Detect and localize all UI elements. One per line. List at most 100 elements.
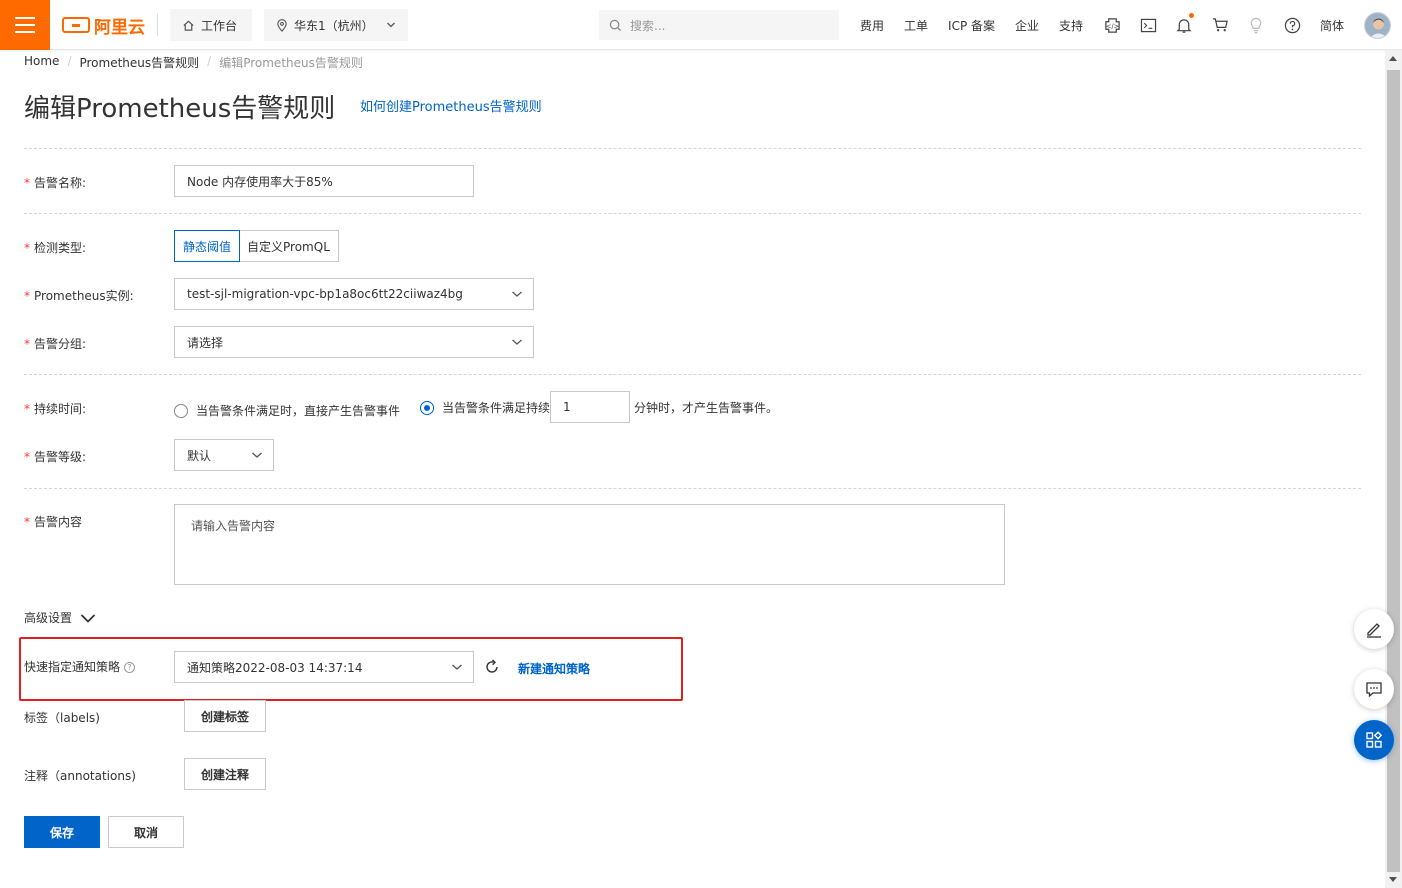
- detect-type-static[interactable]: 静态阈值: [174, 230, 241, 262]
- chevron-down-icon: [80, 613, 96, 623]
- duration-option-immediate[interactable]: 当告警条件满足时，直接产生告警事件: [174, 402, 400, 419]
- section-divider: [24, 148, 1361, 149]
- svg-text:</>: </>: [1105, 22, 1118, 30]
- nav-link-support[interactable]: 支持: [1059, 17, 1083, 34]
- content-placeholder: 请输入告警内容: [191, 519, 276, 533]
- duration-minutes-value: 1: [563, 400, 571, 414]
- search-placeholder: 搜索...: [630, 18, 666, 33]
- pencil-icon: [1367, 623, 1381, 638]
- search-input[interactable]: 搜索...: [599, 10, 839, 40]
- duration-option-sustained[interactable]: 当告警条件满足持续: [420, 399, 550, 416]
- alert-name-input[interactable]: Node 内存使用率大于85%: [174, 165, 474, 197]
- region-label: 华东1（杭州）: [294, 18, 374, 33]
- cancel-button[interactable]: 取消: [108, 816, 184, 848]
- create-annotation-button[interactable]: 创建注释: [184, 758, 266, 790]
- advanced-settings-toggle[interactable]: 高级设置: [24, 609, 96, 626]
- content-label: * 告警内容: [24, 515, 83, 529]
- radio-unchecked: [174, 403, 188, 418]
- annotations-label: 注释（annotations): [24, 769, 136, 783]
- divider: [157, 14, 158, 36]
- aliyun-logo-mark-icon: [62, 17, 90, 33]
- level-value: 默认: [187, 448, 212, 463]
- help-icon[interactable]: [1282, 15, 1302, 35]
- nav-link-enterprise[interactable]: 企业: [1015, 17, 1039, 34]
- content-textarea[interactable]: 请输入告警内容: [174, 504, 1005, 585]
- home-icon: [183, 20, 194, 31]
- cart-icon[interactable]: [1210, 15, 1230, 35]
- level-label: * 告警等级:: [24, 450, 87, 464]
- help-doc-link[interactable]: 如何创建Prometheus告警规则: [360, 96, 542, 115]
- nav-link-icp[interactable]: ICP 备案: [948, 17, 995, 34]
- section-divider: [24, 213, 1361, 214]
- scroll-down-arrow-icon[interactable]: [1389, 877, 1397, 882]
- refresh-icon[interactable]: [483, 658, 501, 676]
- breadcrumb-separator: /: [207, 54, 212, 68]
- section-divider: [24, 488, 1361, 489]
- page-title: 编辑Prometheus告警规则: [24, 94, 336, 124]
- detect-type-label: * 检测类型:: [24, 241, 87, 255]
- location-pin-icon: [277, 18, 287, 32]
- radio-checked: [420, 400, 434, 415]
- quick-apps-button[interactable]: [1354, 720, 1394, 760]
- nav-link-billing[interactable]: 费用: [860, 17, 884, 34]
- instance-label: * Prometheus实例:: [24, 289, 134, 303]
- chat-feedback-button[interactable]: [1354, 669, 1394, 709]
- top-navigation-bar: 阿里云 工作台 华东1（杭州） 搜索... 费用 工单 ICP 备案 企业 支持…: [0, 0, 1402, 50]
- chevron-down-icon: [512, 291, 522, 297]
- notification-bell-icon[interactable]: [1174, 13, 1194, 35]
- hamburger-menu-icon[interactable]: [0, 0, 50, 50]
- nav-link-ticket[interactable]: 工单: [904, 17, 928, 34]
- chevron-down-icon: [252, 452, 262, 458]
- notify-policy-select[interactable]: 通知策略2022-08-03 14:37:14: [174, 651, 474, 683]
- breadcrumb-home[interactable]: Home: [24, 54, 59, 71]
- labels-label: 标签（labels): [24, 711, 100, 725]
- duration-minutes-input[interactable]: 1: [550, 391, 630, 423]
- question-icon[interactable]: ?: [124, 662, 136, 673]
- detect-type-promql[interactable]: 自定义PromQL: [239, 231, 338, 261]
- workbench-label: 工作台: [201, 18, 238, 33]
- duration-option-sustained-prefix: 当告警条件满足持续: [442, 401, 551, 415]
- notify-policy-label: 快速指定通知策略?: [24, 658, 136, 675]
- terminal-icon[interactable]: [1138, 15, 1158, 35]
- instance-select[interactable]: test-sjl-migration-vpc-bp1a8oc6tt22ciiwa…: [174, 278, 534, 310]
- breadcrumb-alert-rules[interactable]: Prometheus告警规则: [79, 54, 199, 71]
- lightbulb-icon[interactable]: [1246, 15, 1266, 35]
- level-select[interactable]: 默认: [174, 439, 274, 471]
- notify-policy-value: 通知策略2022-08-03 14:37:14: [187, 660, 363, 675]
- scroll-up-arrow-icon[interactable]: [1389, 56, 1397, 61]
- aliyun-logo[interactable]: 阿里云: [62, 14, 145, 38]
- apps-grid-icon: [1366, 731, 1383, 748]
- detect-type-segmented: 静态阈值 自定义PromQL: [174, 230, 339, 262]
- dev-tools-icon[interactable]: </>: [1102, 15, 1122, 35]
- group-value: 请选择: [187, 335, 224, 350]
- section-divider: [24, 374, 1361, 375]
- duration-label: * 持续时间:: [24, 402, 87, 416]
- search-icon: [609, 19, 622, 31]
- alert-name-label: * 告警名称:: [24, 176, 87, 190]
- group-select[interactable]: 请选择: [174, 326, 534, 358]
- user-avatar[interactable]: [1364, 12, 1391, 39]
- top-nav-links: 费用 工单 ICP 备案 企业 支持: [860, 0, 1103, 50]
- save-button[interactable]: 保存: [24, 816, 100, 848]
- breadcrumb-separator: /: [67, 54, 72, 68]
- breadcrumb-current: 编辑Prometheus告警规则: [219, 56, 363, 70]
- group-label: * 告警分组:: [24, 337, 87, 351]
- advanced-settings-label: 高级设置: [24, 611, 73, 625]
- duration-suffix: 分钟时，才产生告警事件。: [634, 401, 779, 415]
- logo-text: 阿里云: [94, 17, 145, 38]
- new-notify-policy-link[interactable]: 新建通知策略: [518, 660, 590, 677]
- notification-dot: [1189, 13, 1194, 18]
- create-label-button[interactable]: 创建标签: [184, 700, 266, 732]
- breadcrumb: Home / Prometheus告警规则 / 编辑Prometheus告警规则: [24, 54, 363, 71]
- chevron-down-icon: [512, 339, 522, 345]
- language-switch[interactable]: 简体: [1320, 17, 1344, 34]
- workbench-button[interactable]: 工作台: [170, 9, 252, 41]
- edit-feedback-button[interactable]: [1354, 609, 1394, 649]
- chevron-down-icon: [387, 22, 395, 28]
- region-selector[interactable]: 华东1（杭州）: [264, 9, 408, 41]
- chevron-down-icon: [452, 664, 462, 670]
- chat-bubble-icon: [1366, 681, 1382, 697]
- instance-value: test-sjl-migration-vpc-bp1a8oc6tt22ciiwa…: [187, 287, 463, 301]
- alert-name-value: Node 内存使用率大于85%: [187, 174, 333, 189]
- duration-option-immediate-label: 当告警条件满足时，直接产生告警事件: [196, 404, 401, 418]
